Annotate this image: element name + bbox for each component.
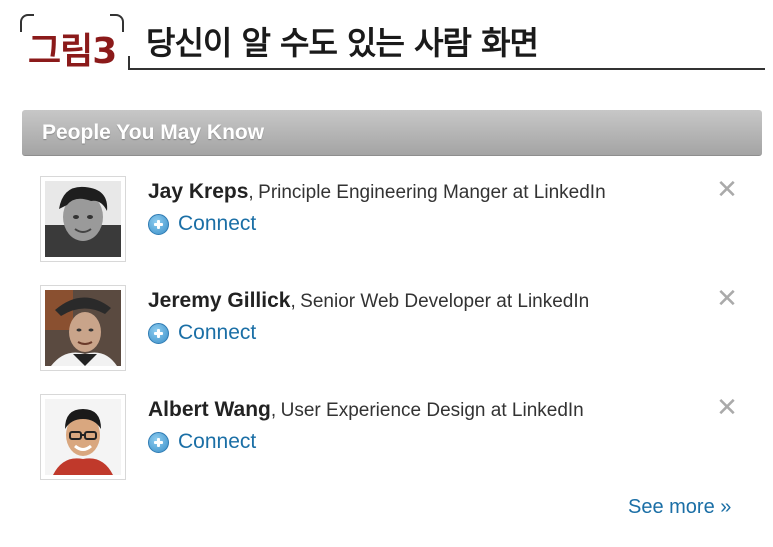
name-separator: , [290, 291, 296, 312]
person-name-line: Jeremy Gillick, Senior Web Developer at … [148, 289, 589, 313]
avatar[interactable] [45, 290, 121, 366]
plus-circle-icon [148, 323, 169, 344]
caption-rule [128, 68, 765, 70]
connect-label: Connect [178, 321, 257, 344]
name-separator: , [248, 182, 254, 203]
see-more-link[interactable]: See more » [628, 496, 731, 519]
dismiss-close-icon[interactable]: ✕ [714, 394, 740, 420]
person-card: Albert Wang, User Experience Design at L… [40, 394, 762, 486]
avatar-frame [40, 176, 126, 262]
widget-header-title: People You May Know [42, 121, 265, 144]
plus-circle-icon [148, 432, 169, 453]
widget-header: People You May Know [22, 110, 762, 156]
person-headline: Principle Engineering Manger at LinkedIn [258, 182, 606, 203]
person-card: Jay Kreps, Principle Engineering Manger … [40, 176, 762, 268]
person-name-link[interactable]: Jeremy Gillick [148, 289, 290, 312]
caption-rule-hook [128, 56, 130, 68]
avatar-frame [40, 394, 126, 480]
person-name-link[interactable]: Albert Wang [148, 398, 271, 421]
person-name-link[interactable]: Jay Kreps [148, 180, 248, 203]
people-you-may-know-widget: People You May Know Jay Kreps, Principle… [22, 110, 762, 540]
person-name-line: Jay Kreps, Principle Engineering Manger … [148, 180, 606, 204]
plus-circle-icon [148, 214, 169, 235]
person-name-line: Albert Wang, User Experience Design at L… [148, 398, 584, 422]
figure-caption: 그림3 당신이 알 수도 있는 사람 화면 [0, 0, 773, 80]
dismiss-close-icon[interactable]: ✕ [714, 176, 740, 202]
dismiss-close-icon[interactable]: ✕ [714, 285, 740, 311]
avatar[interactable] [45, 399, 121, 475]
person-headline: User Experience Design at LinkedIn [280, 400, 584, 421]
avatar-frame [40, 285, 126, 371]
person-headline: Senior Web Developer at LinkedIn [300, 291, 590, 312]
person-card: Jeremy Gillick, Senior Web Developer at … [40, 285, 762, 377]
figure-tag: 그림3 [20, 14, 124, 72]
connect-label: Connect [178, 212, 257, 235]
avatar[interactable] [45, 181, 121, 257]
name-separator: , [270, 400, 277, 421]
figure-title: 당신이 알 수도 있는 사람 화면 [146, 24, 539, 62]
connect-label: Connect [178, 430, 257, 453]
figure-tag-label: 그림3 [28, 31, 117, 72]
